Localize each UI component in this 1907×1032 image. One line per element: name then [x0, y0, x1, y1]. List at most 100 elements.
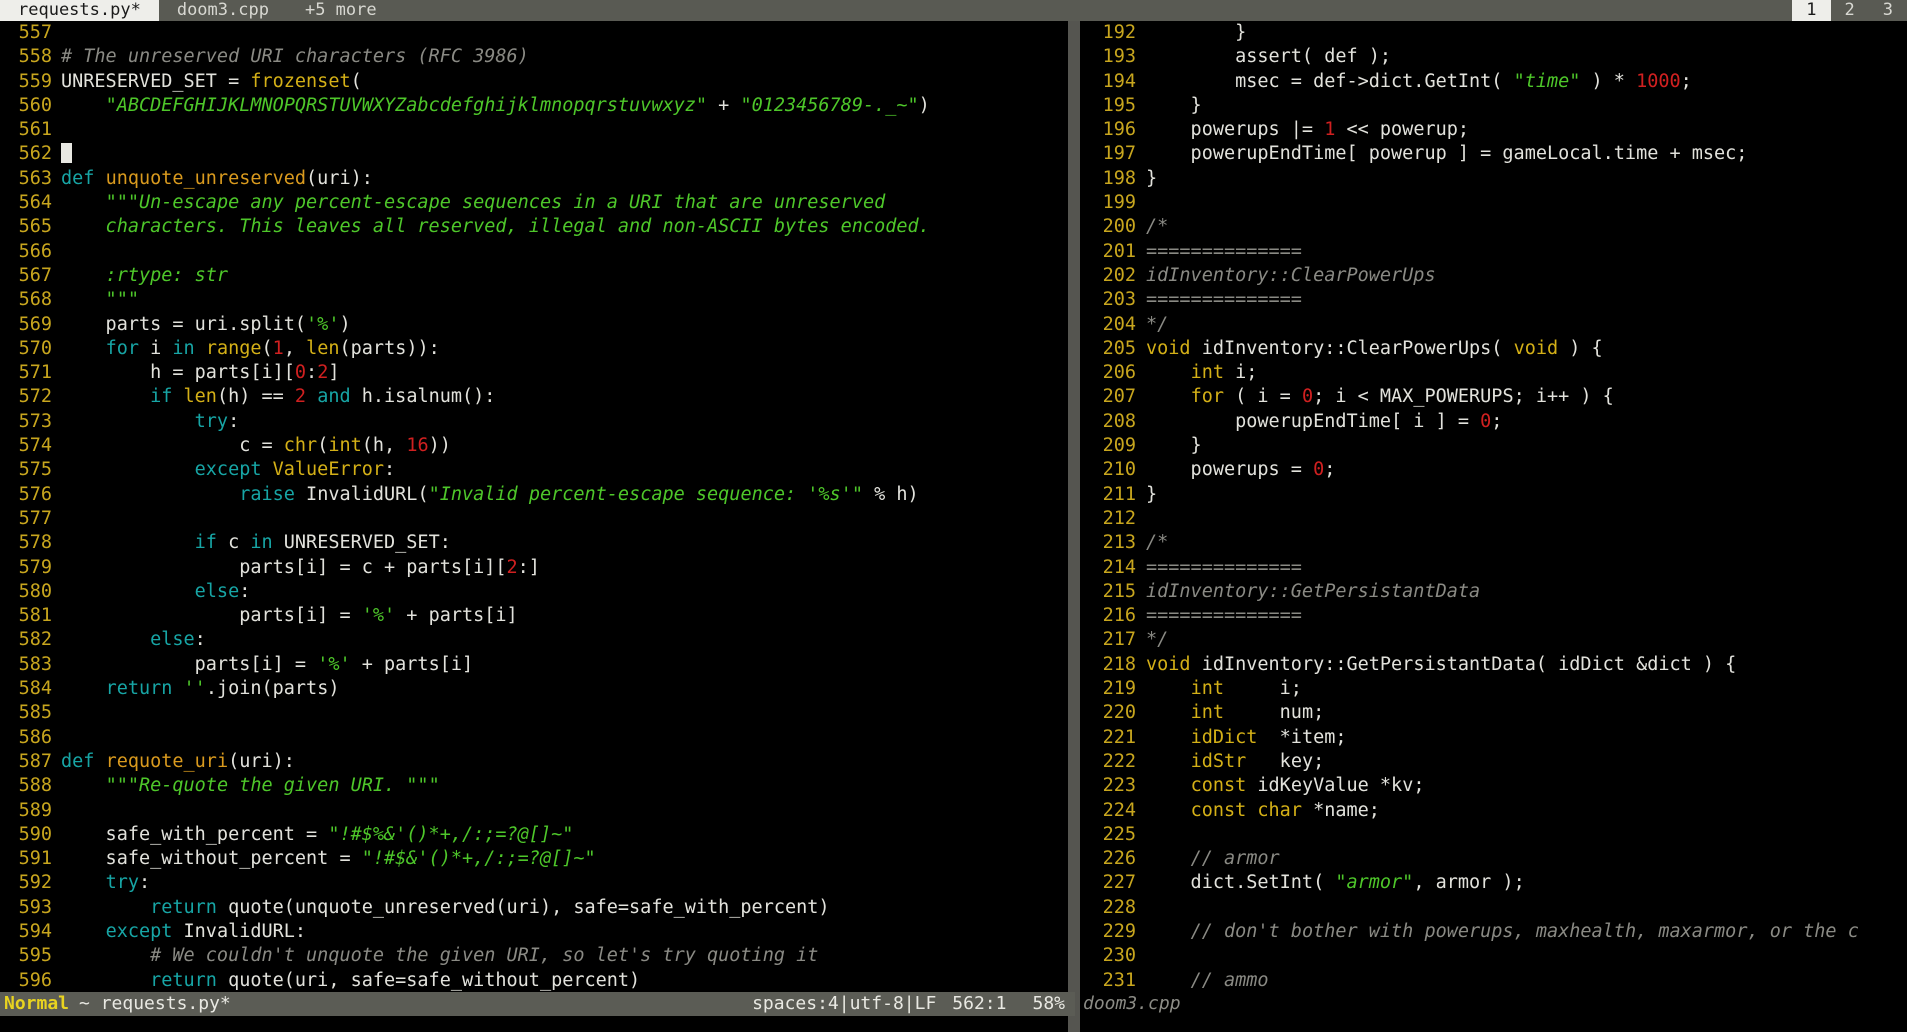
code-token: idDict — [1190, 726, 1258, 748]
code-line[interactable]: 197 powerupEndTime[ powerup ] = gameLoca… — [1080, 142, 1907, 166]
code-line[interactable]: 225 — [1080, 823, 1907, 847]
code-token: } — [1146, 167, 1158, 189]
code-line[interactable]: 585 — [0, 701, 1068, 725]
code-line[interactable]: 208 powerupEndTime[ i ] = 0; — [1080, 410, 1907, 434]
code-line[interactable]: 210 powerups = 0; — [1080, 458, 1907, 482]
code-line[interactable]: 561 — [0, 118, 1068, 142]
code-line[interactable]: 565 characters. This leaves all reserved… — [0, 215, 1068, 239]
code-line[interactable]: 571 h = parts[i][0:2] — [0, 361, 1068, 385]
window-tab-1[interactable]: 1 — [1792, 0, 1831, 21]
code-line[interactable]: 584 return ''.join(parts) — [0, 677, 1068, 701]
file-tab-doom3-cpp[interactable]: doom3.cpp — [159, 0, 287, 21]
code-line[interactable]: 222 idStr key; — [1080, 750, 1907, 774]
code-line[interactable]: 217 */ — [1080, 628, 1907, 652]
code-line[interactable]: 596 return quote(uri, safe=safe_without_… — [0, 969, 1068, 992]
code-line[interactable]: 574 c = chr(int(h, 16)) — [0, 434, 1068, 458]
code-line[interactable]: 563 def unquote_unreserved(uri): — [0, 167, 1068, 191]
code-line[interactable]: 207 for ( i = 0; i < MAX_POWERUPS; i++ )… — [1080, 385, 1907, 409]
code-line[interactable]: 570 for i in range(1, len(parts)): — [0, 337, 1068, 361]
code-line[interactable]: 576 raise InvalidURL("Invalid percent-es… — [0, 483, 1068, 507]
code-line[interactable]: 594 except InvalidURL: — [0, 920, 1068, 944]
code-line[interactable]: 567 :rtype: str — [0, 264, 1068, 288]
code-line[interactable]: 579 parts[i] = c + parts[i][2:] — [0, 556, 1068, 580]
code-line[interactable]: 209 } — [1080, 434, 1907, 458]
line-number: 581 — [18, 605, 52, 627]
code-line[interactable]: 578 if c in UNRESERVED_SET: — [0, 531, 1068, 555]
editor-pane-left[interactable]: 557 558 # The unreserved URI characters (R… — [0, 21, 1068, 1032]
code-line[interactable]: 229 // don't bother with powerups, maxhe… — [1080, 920, 1907, 944]
code-line[interactable]: 577 — [0, 507, 1068, 531]
code-line[interactable]: 595 # We couldn't unquote the given URI,… — [0, 944, 1068, 968]
code-line[interactable]: 219 int i; — [1080, 677, 1907, 701]
code-line[interactable]: 206 int i; — [1080, 361, 1907, 385]
code-line[interactable]: 227 dict.SetInt( "armor", armor ); — [1080, 871, 1907, 895]
line-number: 207 — [1102, 386, 1136, 408]
code-line[interactable]: 214 ============== — [1080, 556, 1907, 580]
code-line[interactable]: 589 — [0, 799, 1068, 823]
code-line[interactable]: 230 — [1080, 944, 1907, 968]
code-line[interactable]: 193 assert( def ); — [1080, 45, 1907, 69]
code-line[interactable]: 202 idInventory::ClearPowerUps — [1080, 264, 1907, 288]
code-line[interactable]: 211} — [1080, 483, 1907, 507]
code-line[interactable]: 580 else: — [0, 580, 1068, 604]
code-line[interactable]: 231 // ammo — [1080, 969, 1907, 993]
code-line[interactable]: 199 — [1080, 191, 1907, 215]
code-line[interactable]: 215 idInventory::GetPersistantData — [1080, 580, 1907, 604]
code-line[interactable]: 566 — [0, 240, 1068, 264]
code-line[interactable]: 223 const idKeyValue *kv; — [1080, 774, 1907, 798]
code-line[interactable]: 568 """ — [0, 288, 1068, 312]
code-line[interactable]: 572 if len(h) == 2 and h.isalnum(): — [0, 385, 1068, 409]
code-line[interactable]: 216 ============== — [1080, 604, 1907, 628]
code-line[interactable]: 581 parts[i] = '%' + parts[i] — [0, 604, 1068, 628]
code-line[interactable]: 204 */ — [1080, 313, 1907, 337]
code-line[interactable]: 226 // armor — [1080, 847, 1907, 871]
code-line[interactable]: 573 try: — [0, 410, 1068, 434]
code-area-requests-py[interactable]: 557 558 # The unreserved URI characters (R… — [0, 21, 1068, 992]
code-line[interactable]: 194 msec = def->dict.GetInt( "time" ) * … — [1080, 70, 1907, 94]
code-line[interactable]: 583 parts[i] = '%' + parts[i] — [0, 653, 1068, 677]
code-line[interactable]: 591 safe_without_percent = "!#$&'()*+,/:… — [0, 847, 1068, 871]
code-line[interactable]: 198} — [1080, 167, 1907, 191]
code-line[interactable]: 220 int num; — [1080, 701, 1907, 725]
file-tab-requests-py[interactable]: requests.py* — [0, 0, 159, 21]
code-line[interactable]: 560 "ABCDEFGHIJKLMNOPQRSTUVWXYZabcdefghi… — [0, 94, 1068, 118]
code-line[interactable]: 200 /* — [1080, 215, 1907, 239]
window-tab-3[interactable]: 3 — [1869, 0, 1907, 21]
code-line[interactable]: 588 """Re-quote the given URI. """ — [0, 774, 1068, 798]
code-line[interactable]: 228 — [1080, 896, 1907, 920]
code-line[interactable]: 575 except ValueError: — [0, 458, 1068, 482]
code-line[interactable]: 203 ============== — [1080, 288, 1907, 312]
code-line[interactable]: 192 } — [1080, 21, 1907, 45]
code-line[interactable]: 212 — [1080, 507, 1907, 531]
code-line[interactable]: 213 /* — [1080, 531, 1907, 555]
window-tab-2[interactable]: 2 — [1831, 0, 1869, 21]
code-line[interactable]: 224 const char *name; — [1080, 799, 1907, 823]
line-number: 577 — [18, 507, 52, 529]
code-area-doom3-cpp[interactable]: 192 } 193 assert( def ); 194 msec = def->d… — [1080, 21, 1907, 1032]
code-line[interactable]: 195 } — [1080, 94, 1907, 118]
code-line[interactable]: 559 UNRESERVED_SET = frozenset( — [0, 70, 1068, 94]
code-token: ; — [1680, 70, 1692, 92]
code-line[interactable]: 201 ============== — [1080, 240, 1907, 264]
code-line[interactable]: 218 void idInventory::GetPersistantData( … — [1080, 653, 1907, 677]
code-line[interactable]: 592 try: — [0, 871, 1068, 895]
code-line[interactable]: 557 — [0, 21, 1068, 45]
code-line[interactable]: 564 """Un-escape any percent-escape sequ… — [0, 191, 1068, 215]
code-line[interactable]: 221 idDict *item; — [1080, 726, 1907, 750]
code-line[interactable]: 582 else: — [0, 628, 1068, 652]
file-tab-more[interactable]: +5 more — [287, 0, 395, 21]
code-line[interactable]: 587 def requote_uri(uri): — [0, 750, 1068, 774]
code-line[interactable]: 569 parts = uri.split('%') — [0, 313, 1068, 337]
code-line[interactable]: 196 powerups |= 1 << powerup; — [1080, 118, 1907, 142]
code-line[interactable]: 590 safe_with_percent = "!#$%&'()*+,/:;=… — [0, 823, 1068, 847]
code-line[interactable]: 593 return quote(unquote_unreserved(uri)… — [0, 896, 1068, 920]
code-line[interactable]: 586 — [0, 726, 1068, 750]
editor-pane-right[interactable]: 192 } 193 assert( def ); 194 msec = def->d… — [1080, 21, 1907, 1032]
code-line[interactable]: 558 # The unreserved URI characters (RFC … — [0, 45, 1068, 69]
pane-divider[interactable] — [1068, 21, 1080, 1032]
code-line[interactable]: 562 — [0, 142, 1068, 166]
line-number: 569 — [18, 313, 52, 335]
code-token: void — [1146, 337, 1191, 359]
code-line[interactable]: 205 void idInventory::ClearPowerUps( void… — [1080, 337, 1907, 361]
